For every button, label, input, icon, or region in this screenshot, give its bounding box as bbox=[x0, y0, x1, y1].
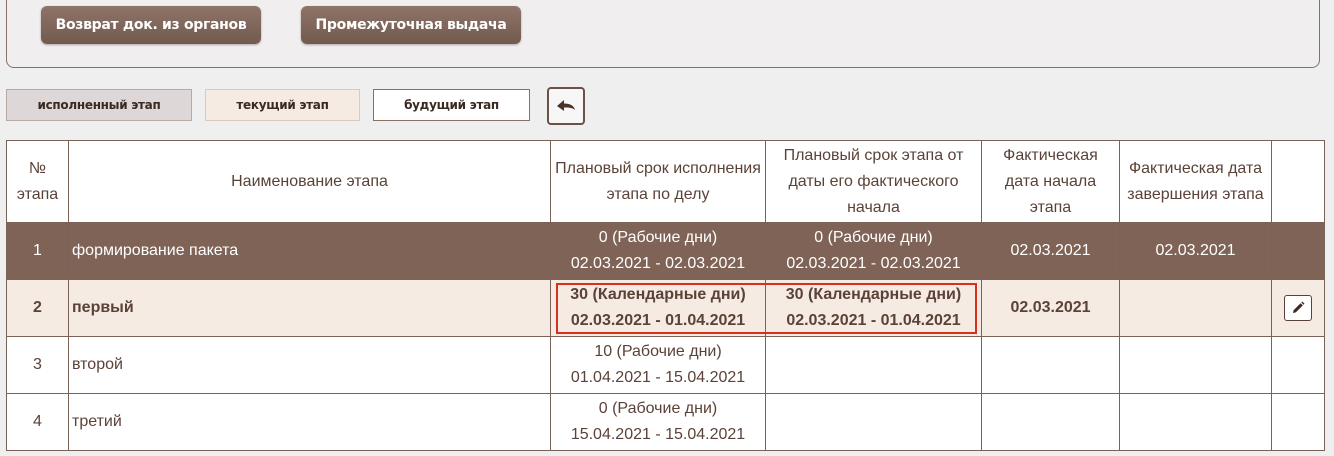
edit-stage-button[interactable] bbox=[1284, 294, 1312, 321]
plan-actual-cell bbox=[765, 336, 982, 394]
fact-start bbox=[981, 336, 1120, 394]
table-row: 3 второй 10 (Рабочие дни) 01.04.2021 - 15… bbox=[6, 336, 1325, 394]
header-plan-case: Плановый срок исполнения этапа по делу bbox=[550, 140, 766, 223]
header-stage-name: Наименование этапа bbox=[68, 140, 551, 223]
actions-cell bbox=[1271, 393, 1325, 451]
stages-table: № этапа Наименование этапа Плановый срок… bbox=[6, 140, 1325, 451]
plan-case-range: 01.04.2021 - 15.04.2021 bbox=[570, 369, 746, 386]
table-row: 1 формирование пакета 0 (Рабочие дни) 02.… bbox=[6, 222, 1325, 280]
plan-actual-cell: 0 (Рабочие дни) 02.03.2021 - 02.03.2021 bbox=[765, 222, 982, 280]
legend-future-stage: будущий этап bbox=[373, 89, 530, 121]
fact-end bbox=[1119, 336, 1272, 394]
plan-actual-cell bbox=[765, 393, 982, 451]
fact-end bbox=[1119, 279, 1272, 337]
plan-case-cell: 0 (Рабочие дни) 02.03.2021 - 02.03.2021 bbox=[550, 222, 766, 280]
stage-number: 4 bbox=[6, 393, 69, 451]
plan-case-duration: 0 (Рабочие дни) bbox=[598, 229, 718, 246]
plan-case-duration: 0 (Рабочие дни) bbox=[598, 400, 718, 417]
plan-case-range: 15.04.2021 - 15.04.2021 bbox=[570, 426, 746, 443]
plan-case-range: 02.03.2021 - 01.04.2021 bbox=[570, 312, 746, 329]
plan-case-cell: 10 (Рабочие дни) 01.04.2021 - 15.04.2021 bbox=[550, 336, 766, 394]
stage-name: первый bbox=[68, 279, 551, 337]
fact-start bbox=[981, 393, 1120, 451]
fact-end bbox=[1119, 393, 1272, 451]
fact-start: 02.03.2021 bbox=[981, 222, 1120, 280]
fact-start: 02.03.2021 bbox=[981, 279, 1120, 337]
plan-actual-range: 02.03.2021 - 02.03.2021 bbox=[786, 255, 961, 272]
stage-name: формирование пакета bbox=[68, 222, 551, 280]
actions-cell bbox=[1271, 336, 1325, 394]
plan-actual-cell: 30 (Календарные дни) 02.03.2021 - 01.04.2… bbox=[765, 279, 982, 337]
actions-cell bbox=[1271, 279, 1325, 337]
stage-number: 1 bbox=[6, 222, 69, 280]
back-button[interactable] bbox=[547, 87, 585, 125]
plan-case-duration: 30 (Календарные дни) bbox=[570, 286, 746, 303]
table-row: 4 третий 0 (Рабочие дни) 15.04.2021 - 15.… bbox=[6, 393, 1325, 451]
header-actions bbox=[1271, 140, 1325, 223]
stage-number: 2 bbox=[6, 279, 69, 337]
legend-current-stage: текущий этап bbox=[205, 89, 360, 121]
header-plan-actual: Плановый срок этапа от даты его фактичес… bbox=[765, 140, 982, 223]
plan-case-range: 02.03.2021 - 02.03.2021 bbox=[570, 255, 746, 272]
legend-done-stage: исполненный этап bbox=[6, 89, 192, 121]
stage-name: третий bbox=[68, 393, 551, 451]
plan-case-cell: 0 (Рабочие дни) 15.04.2021 - 15.04.2021 bbox=[550, 393, 766, 451]
header-fact-start: Фактическая дата начала этапа bbox=[981, 140, 1120, 223]
actions-cell bbox=[1271, 222, 1325, 280]
table-header-row: № этапа Наименование этапа Плановый срок… bbox=[6, 140, 1325, 223]
plan-actual-duration: 30 (Календарные дни) bbox=[785, 286, 962, 303]
header-fact-end: Фактическая дата завершения этапа bbox=[1119, 140, 1272, 223]
stage-name: второй bbox=[68, 336, 551, 394]
return-docs-button[interactable]: Возврат док. из органов bbox=[41, 6, 261, 44]
plan-case-cell: 30 (Календарные дни) 02.03.2021 - 01.04.2… bbox=[550, 279, 766, 337]
plan-case-duration: 10 (Рабочие дни) bbox=[594, 343, 722, 360]
interim-issue-button[interactable]: Промежуточная выдача bbox=[301, 6, 521, 44]
plan-actual-range: 02.03.2021 - 01.04.2021 bbox=[786, 312, 961, 329]
stage-number: 3 bbox=[6, 336, 69, 394]
back-arrow-icon bbox=[557, 100, 575, 111]
plan-actual-duration: 0 (Рабочие дни) bbox=[814, 229, 933, 246]
toolbar-panel: Возврат док. из органов Промежуточная вы… bbox=[6, 0, 1320, 68]
pencil-icon bbox=[1293, 301, 1305, 313]
header-stage-number: № этапа bbox=[6, 140, 69, 223]
fact-end: 02.03.2021 bbox=[1119, 222, 1272, 280]
table-row: 2 первый 30 (Календарные дни) 02.03.2021 … bbox=[6, 279, 1325, 337]
